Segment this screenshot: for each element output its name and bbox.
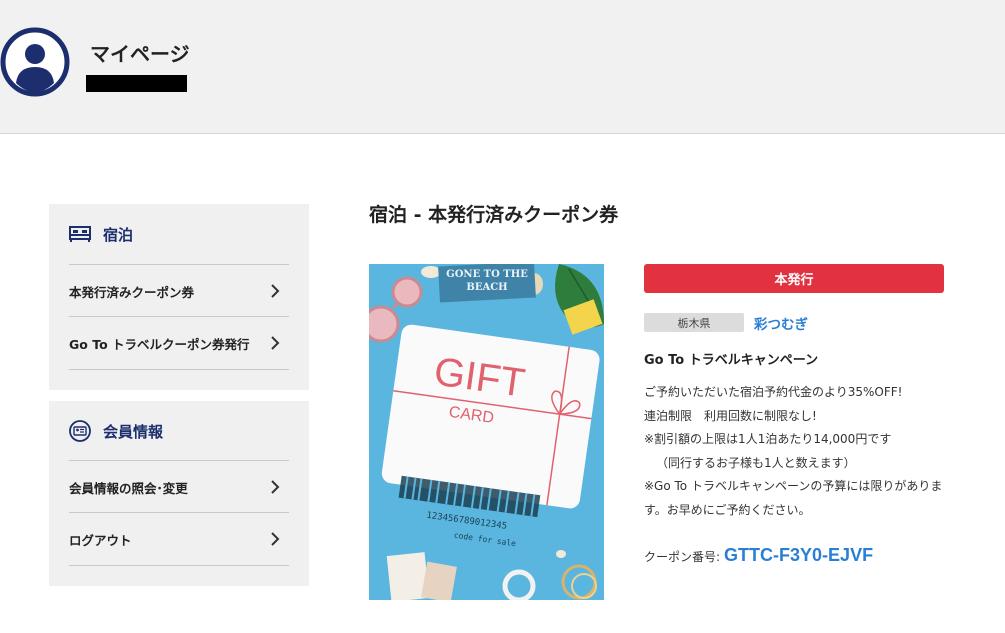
sidebar-item-issued-coupons[interactable]: 本発行済みクーポン券 (69, 264, 289, 317)
chevron-right-icon (271, 336, 280, 350)
campaign-description: ご予約いただいた宿泊予約代金のより35%OFF! 連泊制限 利用回数に制限なし!… (644, 381, 954, 522)
bed-icon (69, 226, 91, 242)
coupon-number-row: クーポン番号: GTTC-F3Y0-EJVF (644, 545, 873, 566)
chevron-right-icon (271, 284, 280, 298)
chevron-right-icon (271, 532, 280, 546)
description-line: （同行するお子様も1人と数えます） (656, 455, 856, 470)
sign-text-line1: GONE TO THE (446, 269, 528, 280)
gift-card-image: GONE TO THE BEACH GIFT CARD 123456789012… (369, 264, 604, 600)
sidebar-section-member: 会員情報 会員情報の照会･変更 ログアウト (49, 401, 309, 586)
sidebar-item-label: ログアウト (69, 532, 132, 548)
sign-text-line2: BEACH (466, 282, 507, 293)
main-heading: 宿泊 - 本発行済みクーポン券 (369, 204, 619, 226)
coupon-number-label: クーポン番号: (644, 550, 721, 564)
sidebar-item-label: 会員情報の照会･変更 (69, 480, 188, 496)
section-header-stay: 宿泊 (69, 222, 133, 246)
section-header-member: 会員情報 (69, 419, 163, 443)
description-line: ご予約いただいた宿泊予約代金のより35%OFF! (644, 385, 903, 399)
section-title-member: 会員情報 (103, 422, 164, 441)
user-avatar-icon (0, 27, 70, 97)
redacted-username (86, 75, 187, 92)
description-line: す。お早めにご予約ください。 (644, 502, 811, 517)
sidebar-item-label: 本発行済みクーポン券 (69, 284, 195, 300)
sidebar-item-goto-coupon-issue[interactable]: Go To トラベルクーポン券発行 (69, 316, 289, 370)
prefecture-badge: 栃木県 (644, 313, 744, 332)
sidebar-item-label: Go To トラベルクーポン券発行 (69, 336, 250, 352)
description-line: 連泊制限 利用回数に制限なし! (644, 408, 817, 423)
coupon-code: GTTC-F3Y0-EJVF (724, 545, 874, 565)
chevron-right-icon (271, 480, 280, 494)
description-line: ※割引額の上限は1人1泊あたり14,000円です (644, 432, 892, 446)
description-line: ※Go To トラベルキャンペーンの予算には限りがありま (644, 479, 943, 493)
hotel-name-link[interactable]: 彩つむぎ (754, 313, 808, 333)
page-header: マイページ (0, 0, 1005, 134)
page-title: マイページ (90, 42, 190, 66)
status-badge: 本発行 (644, 264, 944, 293)
sidebar-section-stay: 宿泊 本発行済みクーポン券 Go To トラベルクーポン券発行 (49, 204, 309, 390)
section-title-stay: 宿泊 (103, 225, 134, 244)
sidebar-item-logout[interactable]: ログアウト (69, 512, 289, 566)
campaign-title: Go To トラベルキャンペーン (644, 353, 819, 368)
sidebar-item-member-info[interactable]: 会員情報の照会･変更 (69, 460, 289, 513)
member-card-icon (69, 420, 91, 442)
